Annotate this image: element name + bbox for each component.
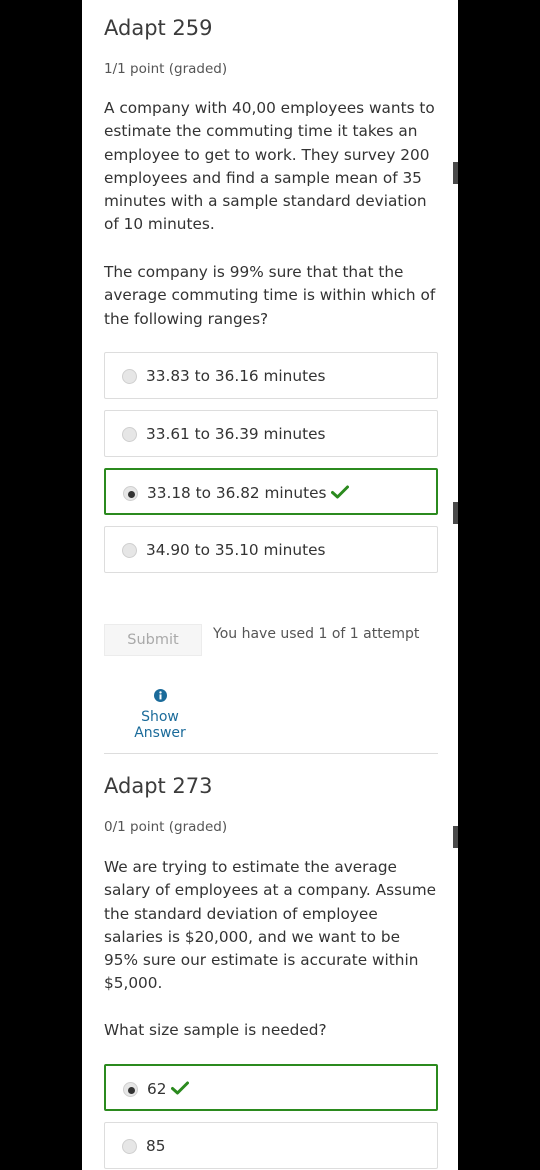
submit-row: Submit You have used 1 of 1 attempt <box>104 624 438 658</box>
radio-button[interactable] <box>122 369 137 384</box>
choice-label: 34.90 to 35.10 minutes <box>146 541 326 559</box>
choice-label: 33.83 to 36.16 minutes <box>146 367 326 385</box>
problem-1-header: Adapt 259 1/1 point (graded) <box>104 14 227 78</box>
radio-button-selected[interactable] <box>123 1082 138 1097</box>
info-icon <box>153 689 167 702</box>
problem-2-choice-list: 62 85 <box>104 1064 438 1170</box>
attempts-text: You have used 1 of 1 attempt <box>213 626 420 642</box>
problem-2-points: 0/1 point (graded) <box>104 819 228 835</box>
choice-label: 85 <box>146 1137 166 1155</box>
problem-1-question-prompt: The company is 99% sure that that the av… <box>104 263 436 328</box>
scroll-indicator <box>453 826 458 848</box>
problem-1-title: Adapt 259 <box>104 16 213 40</box>
problem-2-question-text: We are trying to estimate the average sa… <box>104 858 437 993</box>
problem-1-points: 1/1 point (graded) <box>104 61 228 77</box>
choice-label: 33.18 to 36.82 minutes <box>147 484 327 502</box>
radio-button-selected[interactable] <box>123 486 138 501</box>
choice-option-correct[interactable]: 33.18 to 36.82 minutes <box>104 468 438 515</box>
choice-option-correct[interactable]: 62 <box>104 1064 438 1111</box>
choice-label: 33.61 to 36.39 minutes <box>146 425 326 443</box>
course-page: Adapt 259 1/1 point (graded) A company w… <box>82 0 458 1170</box>
problem-2-header: Adapt 273 0/1 point (graded) <box>104 772 227 836</box>
submit-button[interactable]: Submit <box>104 624 202 656</box>
problem-1-question-text: A company with 40,00 employees wants to … <box>104 99 435 234</box>
radio-button[interactable] <box>122 543 137 558</box>
choice-option[interactable]: 34.90 to 35.10 minutes <box>104 526 438 573</box>
show-answer-button[interactable]: Show Answer <box>115 689 205 741</box>
problem-2-title: Adapt 273 <box>104 774 213 798</box>
show-answer-label: Show Answer <box>134 709 186 741</box>
check-icon <box>331 485 350 499</box>
scroll-indicator <box>453 502 458 524</box>
choice-label-row: 33.18 to 36.82 minutes <box>147 483 350 503</box>
radio-button[interactable] <box>122 427 137 442</box>
problem-divider <box>104 753 438 754</box>
radio-button[interactable] <box>122 1139 137 1154</box>
problem-1-choice-list: 33.83 to 36.16 minutes 33.61 to 36.39 mi… <box>104 352 438 584</box>
check-icon <box>171 1081 190 1095</box>
choice-option[interactable]: 85 <box>104 1122 438 1169</box>
choice-label: 62 <box>147 1080 167 1098</box>
choice-option[interactable]: 33.83 to 36.16 minutes <box>104 352 438 399</box>
choice-option[interactable]: 33.61 to 36.39 minutes <box>104 410 438 457</box>
problem-2-question-prompt: What size sample is needed? <box>104 1021 327 1039</box>
choice-label-row: 62 <box>147 1079 190 1099</box>
scroll-indicator <box>453 162 458 184</box>
